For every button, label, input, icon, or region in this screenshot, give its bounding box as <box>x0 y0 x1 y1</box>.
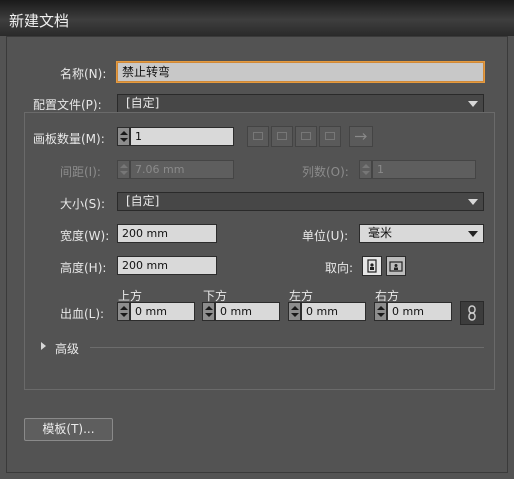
bleed-bottom-stepper[interactable] <box>202 302 215 321</box>
width-input[interactable]: 200 mm <box>117 224 217 243</box>
arrange-by-column-icon[interactable] <box>319 126 341 147</box>
link-bleed-button[interactable] <box>460 301 484 325</box>
bleed-label: 出血(L): <box>60 307 105 321</box>
layout-direction-icon[interactable] <box>349 126 373 147</box>
advanced-toggle[interactable]: 高级 <box>55 340 79 357</box>
bleed-left-stepper[interactable] <box>288 302 301 321</box>
profile-dropdown[interactable]: [自定] <box>117 94 484 113</box>
units-value: 毫米 <box>368 226 393 240</box>
columns-input[interactable]: 1 <box>372 160 476 179</box>
artboard-count-input[interactable]: 1 <box>130 127 234 146</box>
height-input[interactable]: 200 mm <box>117 256 217 275</box>
artboard-count-stepper[interactable] <box>117 127 130 146</box>
bleed-right-stepper[interactable] <box>374 302 387 321</box>
bleed-top-stepper[interactable] <box>117 302 130 321</box>
bleed-top-input[interactable]: 0 mm <box>130 302 195 321</box>
units-dropdown[interactable]: 毫米 <box>359 224 484 243</box>
profile-label: 配置文件(P): <box>33 98 102 112</box>
chevron-right-icon[interactable] <box>41 342 46 350</box>
window-title: 新建文档 <box>9 12 70 30</box>
artboard-count-label: 画板数量(M): <box>33 132 105 146</box>
chevron-down-icon <box>468 231 478 237</box>
templates-button[interactable]: 模板(T)... <box>24 418 113 441</box>
title-bar: 新建文档 <box>0 0 514 36</box>
landscape-icon <box>389 261 403 272</box>
portrait-orientation-button[interactable] <box>362 256 382 276</box>
grid-by-column-icon[interactable] <box>271 126 293 147</box>
size-value: [自定] <box>126 194 160 208</box>
bleed-right-input[interactable]: 0 mm <box>387 302 452 321</box>
name-input[interactable]: 禁止转弯 <box>117 62 484 82</box>
spacing-label: 间距(I): <box>60 165 101 179</box>
size-label: 大小(S): <box>60 197 106 211</box>
width-label: 宽度(W): <box>60 229 110 243</box>
chain-link-icon <box>468 305 476 321</box>
chevron-down-icon <box>468 101 478 107</box>
landscape-orientation-button[interactable] <box>386 256 406 276</box>
profile-value: [自定] <box>126 96 160 110</box>
spacing-stepper[interactable] <box>117 160 130 179</box>
columns-stepper[interactable] <box>359 160 372 179</box>
orientation-label: 取向: <box>325 261 354 275</box>
portrait-icon <box>367 259 377 273</box>
height-label: 高度(H): <box>60 261 107 275</box>
bleed-left-input[interactable]: 0 mm <box>301 302 366 321</box>
bleed-bottom-input[interactable]: 0 mm <box>215 302 280 321</box>
profile-settings-group <box>24 112 495 390</box>
arrange-by-row-icon[interactable] <box>295 126 317 147</box>
chevron-down-icon <box>468 199 478 205</box>
units-label: 单位(U): <box>302 229 349 243</box>
spacing-input[interactable]: 7.06 mm <box>130 160 234 179</box>
name-label: 名称(N): <box>60 67 107 81</box>
grid-by-row-icon[interactable] <box>247 126 269 147</box>
columns-label: 列数(O): <box>302 165 349 179</box>
advanced-divider <box>90 347 484 348</box>
size-dropdown[interactable]: [自定] <box>117 192 484 211</box>
